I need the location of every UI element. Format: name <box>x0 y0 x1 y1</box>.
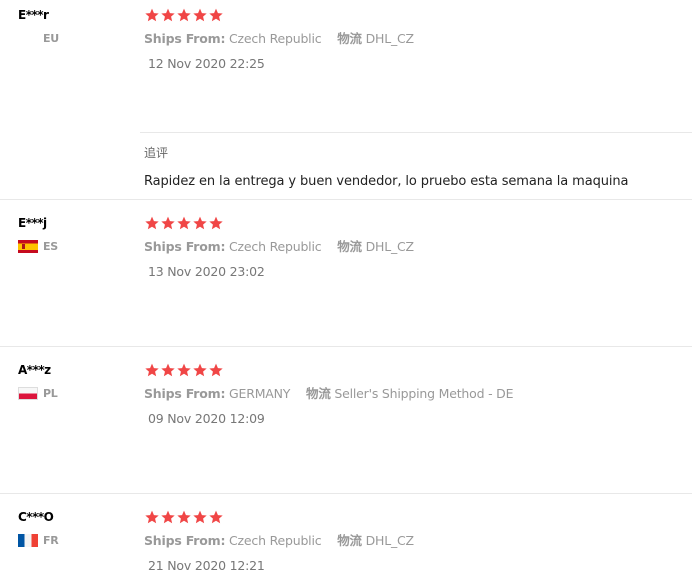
star-icon <box>176 215 192 231</box>
reviewer-info: C***O FR <box>18 510 128 547</box>
spain-flag-icon <box>18 239 38 253</box>
reviewer-name: A***z <box>18 363 51 377</box>
star-icon <box>208 362 224 378</box>
star-icon <box>176 362 192 378</box>
reviewer-info: E***j ES <box>18 216 128 253</box>
review-content: Ships From: Czech Republic 物流 DHL_CZ 12 … <box>144 8 692 72</box>
review-divider <box>0 493 692 494</box>
star-icon <box>144 215 160 231</box>
star-icon <box>192 215 208 231</box>
ships-from-label: Ships From: <box>144 386 226 401</box>
country-code: EU <box>43 31 59 45</box>
review-date: 12 Nov 2020 22:25 <box>148 56 265 71</box>
ships-from-label: Ships From: <box>144 533 226 548</box>
star-icon <box>208 215 224 231</box>
review-date: 13 Nov 2020 23:02 <box>148 264 265 279</box>
logistics-value: DHL_CZ <box>365 31 415 46</box>
ships-from-value: Czech Republic <box>229 239 322 254</box>
poland-flag-icon <box>18 386 38 400</box>
review-content: Ships From: Czech Republic 物流 DHL_CZ 21 … <box>144 510 692 574</box>
review-divider <box>0 346 692 347</box>
star-icon <box>160 509 176 525</box>
review-date: 09 Nov 2020 12:09 <box>148 411 265 426</box>
star-icon <box>208 509 224 525</box>
star-icon <box>160 7 176 23</box>
ships-from-label: Ships From: <box>144 31 226 46</box>
star-rating <box>144 362 692 378</box>
star-icon <box>192 7 208 23</box>
reviewer-country: EU <box>18 31 128 45</box>
logistics-value: DHL_CZ <box>365 239 415 254</box>
star-rating <box>144 215 692 231</box>
logistics-label: 物流 <box>337 533 362 548</box>
reviewer-country: PL <box>18 386 128 400</box>
shipping-info: Ships From: Czech Republic 物流 DHL_CZ <box>144 533 692 549</box>
shipping-info: Ships From: GERMANY 物流 Seller's Shipping… <box>144 386 692 402</box>
star-icon <box>192 362 208 378</box>
reviewer-name: E***j <box>18 216 47 230</box>
review-date: 21 Nov 2020 12:21 <box>148 558 265 573</box>
star-icon <box>192 509 208 525</box>
country-code: FR <box>43 533 59 547</box>
country-code: PL <box>43 386 58 400</box>
star-icon <box>144 509 160 525</box>
reviewer-name: C***O <box>18 510 54 524</box>
star-rating <box>144 509 692 525</box>
star-icon <box>144 7 160 23</box>
additional-review: 追评 Rapidez en la entrega y buen vendedor… <box>144 145 692 190</box>
ships-from-value: Czech Republic <box>229 533 322 548</box>
reviewer-name: E***r <box>18 8 49 22</box>
logistics-value: Seller's Shipping Method - DE <box>334 386 514 401</box>
logistics-label: 物流 <box>337 239 362 254</box>
logistics-label: 物流 <box>337 31 362 46</box>
star-icon <box>176 509 192 525</box>
reviewer-info: E***r EU <box>18 8 128 45</box>
review-divider <box>0 199 692 200</box>
shipping-info: Ships From: Czech Republic 物流 DHL_CZ <box>144 31 692 47</box>
country-code: ES <box>43 239 58 253</box>
star-icon <box>160 215 176 231</box>
star-icon <box>176 7 192 23</box>
ships-from-value: GERMANY <box>229 386 291 401</box>
star-rating <box>144 7 692 23</box>
logistics-label: 物流 <box>306 386 331 401</box>
reviewer-country: ES <box>18 239 128 253</box>
star-icon <box>160 362 176 378</box>
ships-from-value: Czech Republic <box>229 31 322 46</box>
review-content: Ships From: Czech Republic 物流 DHL_CZ 13 … <box>144 216 692 280</box>
reviewer-country: FR <box>18 533 128 547</box>
star-icon <box>144 362 160 378</box>
shipping-info: Ships From: Czech Republic 物流 DHL_CZ <box>144 239 692 255</box>
france-flag-icon <box>18 533 38 547</box>
reviewer-info: A***z PL <box>18 363 128 400</box>
additional-review-title: 追评 <box>144 146 169 160</box>
star-icon <box>208 7 224 23</box>
logistics-value: DHL_CZ <box>365 533 415 548</box>
additional-review-divider <box>140 132 692 133</box>
additional-review-text: Rapidez en la entrega y buen vendedor, l… <box>144 174 629 189</box>
ships-from-label: Ships From: <box>144 239 226 254</box>
review-content: Ships From: GERMANY 物流 Seller's Shipping… <box>144 363 692 427</box>
